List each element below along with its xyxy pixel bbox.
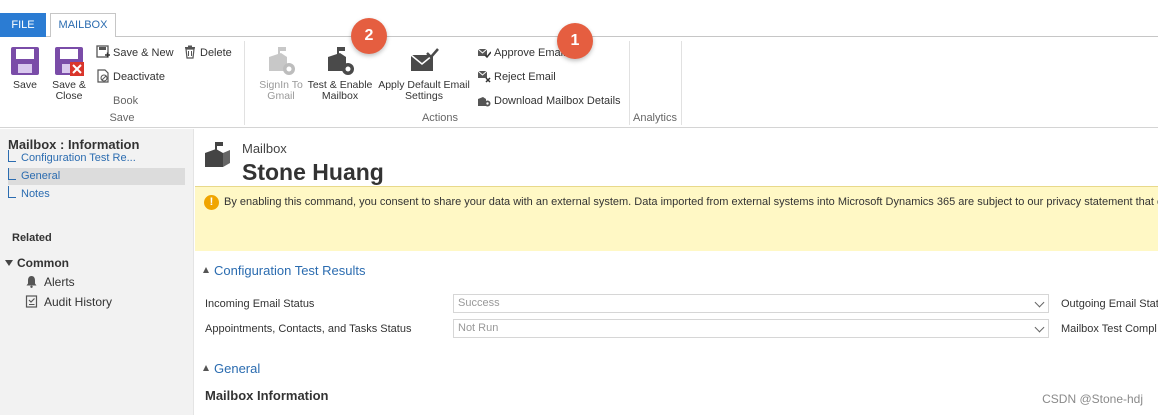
group-label-analytics: Analytics (632, 112, 678, 124)
approve-email-button[interactable]: Approve Email (477, 44, 566, 62)
nav-item-notes[interactable]: Notes (8, 186, 185, 203)
email-approve-icon (477, 48, 491, 59)
apply-default-email-settings-button[interactable]: Apply Default Email Settings (376, 45, 472, 102)
test-enable-mailbox-button[interactable]: Test & Enable Mailbox (306, 45, 374, 102)
deactivate-icon (97, 69, 109, 83)
warning-icon: ! (204, 195, 219, 210)
signin-gmail-button[interactable]: SignIn To Gmail (257, 45, 305, 102)
trash-icon (185, 45, 195, 59)
mailbox-information-heading: Mailbox Information (205, 388, 329, 403)
caret-down-icon (5, 260, 13, 266)
main-form: Mailbox Stone Huang ! By enabling this c… (195, 129, 1158, 415)
watermark: CSDN @Stone-hdj (1042, 392, 1143, 406)
group-separator (681, 41, 682, 125)
mailbox-gear-icon (269, 47, 295, 75)
tab-file[interactable]: FILE (0, 13, 46, 37)
related-heading: Related (12, 232, 52, 244)
tree-connector (8, 150, 16, 162)
caret-up-icon (203, 267, 209, 273)
appointments-status-label: Appointments, Contacts, and Tasks Status (205, 323, 412, 335)
audit-history-icon (25, 295, 38, 308)
entity-type-label: Mailbox (242, 141, 287, 156)
floppy-disk-icon (11, 47, 39, 75)
record-title: Stone Huang (242, 159, 384, 185)
annotation-badge-2: 2 (351, 18, 387, 54)
book-button[interactable]: Book (113, 95, 138, 107)
annotation-badge-1: 1 (557, 23, 593, 59)
left-navigation: Mailbox : Information Configuration Test… (0, 129, 194, 415)
incoming-email-status-select[interactable]: Success (453, 294, 1049, 313)
section-general[interactable]: General (203, 361, 260, 376)
nav-item-configuration-test-results[interactable]: Configuration Test Re... (8, 150, 185, 167)
email-reject-icon (477, 70, 491, 83)
delete-button[interactable]: Delete (183, 44, 232, 62)
tree-connector (8, 168, 16, 180)
section-configuration-test-results[interactable]: Configuration Test Results (203, 263, 366, 278)
save-close-button[interactable]: Save & Close (49, 45, 89, 102)
reject-email-button[interactable]: Reject Email (477, 68, 556, 86)
mailbox-test-completed-label: Mailbox Test Compl (1061, 323, 1157, 335)
tree-connector (8, 186, 16, 198)
mailbox-icon (205, 142, 230, 167)
outgoing-email-status-label: Outgoing Email Stat (1061, 298, 1158, 310)
mailbox-download-icon (478, 97, 491, 107)
chevron-down-icon (1034, 297, 1045, 308)
nav-link-audit-history[interactable]: Audit History (25, 295, 112, 309)
chevron-down-icon (1034, 322, 1045, 333)
common-section-toggle[interactable]: Common (5, 256, 69, 270)
deactivate-button[interactable]: Deactivate (96, 68, 165, 86)
save-button[interactable]: Save (8, 45, 42, 91)
notification-message: By enabling this command, you consent to… (224, 196, 1158, 208)
email-check-icon (410, 48, 439, 71)
consent-notification-bar: ! By enabling this command, you consent … (195, 186, 1158, 251)
nav-link-alerts[interactable]: Alerts (25, 275, 75, 289)
mailbox-gear-icon (328, 47, 354, 75)
ribbon-group-analytics: Analytics (630, 40, 680, 126)
save-close-icon (55, 47, 84, 76)
save-new-button[interactable]: Save & New (96, 44, 174, 62)
group-label-save: Save (109, 112, 135, 124)
save-new-icon (96, 45, 110, 58)
group-separator (244, 41, 245, 125)
caret-up-icon (203, 365, 209, 371)
group-label-actions: Actions (421, 112, 459, 124)
incoming-email-status-label: Incoming Email Status (205, 298, 315, 310)
tab-mailbox[interactable]: MAILBOX (50, 13, 116, 38)
appointments-status-select[interactable]: Not Run (453, 319, 1049, 338)
download-mailbox-details-button[interactable]: Download Mailbox Details (477, 92, 621, 110)
bell-icon (26, 276, 37, 288)
ribbon-group-save: Save Save & Close Save & New Delete Deac… (0, 40, 244, 126)
nav-item-general[interactable]: General (8, 168, 185, 185)
